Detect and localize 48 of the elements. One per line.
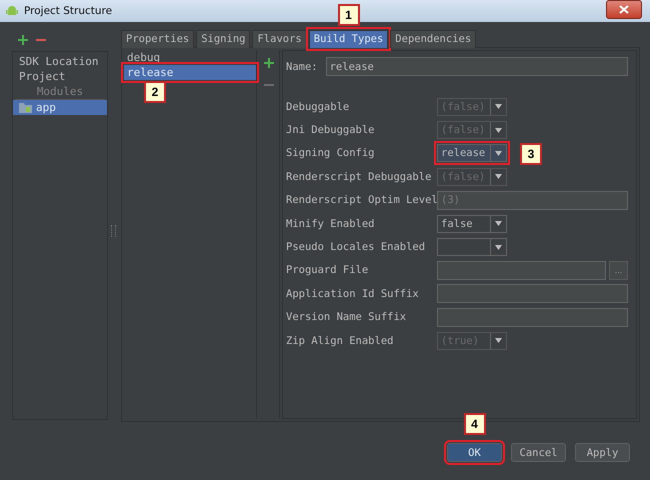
- tab[interactable]: Signing: [196, 30, 250, 48]
- text-field[interactable]: [437, 284, 628, 304]
- tab[interactable]: Dependencies: [390, 30, 476, 48]
- dropdown-arrow-icon: [495, 338, 502, 344]
- list-item[interactable]: debug: [124, 50, 256, 65]
- tab[interactable]: Properties: [121, 30, 194, 48]
- field-label: Proguard File: [286, 264, 370, 276]
- close-button[interactable]: [606, 0, 642, 19]
- sidebar-item[interactable]: Project: [13, 69, 107, 84]
- callout-number: 1: [338, 4, 360, 26]
- dropdown-arrow-icon: [495, 128, 502, 133]
- add-icon[interactable]: [264, 58, 274, 68]
- dropdown[interactable]: false: [437, 214, 507, 233]
- android-icon: [5, 4, 19, 18]
- field-label: Jni Debuggable: [286, 124, 376, 136]
- splitter-handle[interactable]: [111, 225, 116, 237]
- dropdown-arrow-icon: [495, 244, 502, 250]
- dropdown[interactable]: [437, 238, 507, 256]
- field-label: Debuggable: [286, 100, 350, 113]
- sidebar-item[interactable]: app: [13, 100, 107, 115]
- callout-number: 2: [144, 81, 166, 103]
- field-label: Application Id Suffix: [286, 288, 420, 300]
- dropdown-arrow-icon: [495, 104, 502, 110]
- field-label: Zip Align Enabled: [286, 334, 394, 347]
- name-field[interactable]: release: [326, 57, 628, 76]
- dropdown-arrow-icon: [495, 174, 502, 180]
- dialog-button[interactable]: Apply: [575, 443, 630, 462]
- callout-number: 4: [464, 413, 486, 435]
- tab[interactable]: Flavors: [252, 30, 307, 48]
- dialog-button[interactable]: Cancel: [511, 443, 566, 462]
- field-label: Version Name Suffix: [286, 311, 408, 324]
- browse-button[interactable]: ...: [609, 260, 628, 280]
- field-label: Pseudo Locales Enabled: [286, 241, 426, 254]
- folder-icon: [19, 102, 32, 113]
- field-label: Name:: [286, 60, 318, 72]
- add-icon[interactable]: [18, 35, 28, 45]
- window-title: Project Structure: [24, 5, 112, 17]
- field-label: Renderscript Optim Level: [286, 194, 437, 206]
- text-field[interactable]: [437, 308, 628, 327]
- field-label: Minify Enabled: [286, 218, 376, 230]
- callout-number: 3: [520, 143, 542, 166]
- close-icon: [619, 5, 629, 14]
- field-label: Renderscript Debuggable: [286, 170, 432, 183]
- sidebar-item[interactable]: SDK Location: [13, 54, 107, 69]
- field-label: Signing Config: [286, 147, 376, 160]
- file-field[interactable]: [437, 260, 606, 280]
- dropdown-arrow-icon: [495, 221, 502, 226]
- dropdown-arrow-icon: [495, 150, 502, 156]
